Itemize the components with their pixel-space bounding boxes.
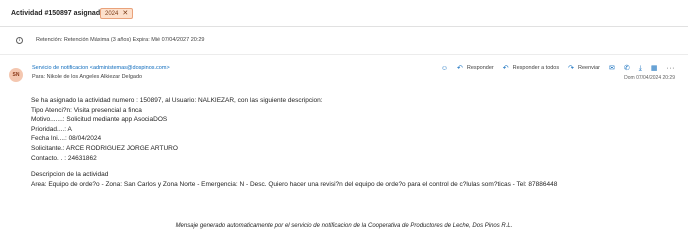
phone-icon[interactable]: ✆ xyxy=(624,65,630,72)
body-line: Se ha asignado la actividad numero : 150… xyxy=(31,97,323,104)
more-icon[interactable]: ··· xyxy=(667,65,676,72)
subject-bar: Actividad #150897 asignada 2024 ✕ xyxy=(0,0,688,27)
reply-icon: ↶ xyxy=(456,64,463,72)
mark-unread-icon[interactable]: ✉ xyxy=(609,65,615,72)
body-line: Motivo.......: Solicitud mediante app As… xyxy=(31,116,168,124)
reply-button[interactable]: ↶ Responder xyxy=(457,65,494,72)
sender-address[interactable]: Servicio de notificacion <administemas@d… xyxy=(32,65,170,71)
recipient-line: Para: Nikole de los Angeles Alkiezar Del… xyxy=(32,74,143,80)
message-subject: Actividad #150897 asignada xyxy=(11,10,104,17)
retention-bar: i Retención: Retención Máxima (3 años) E… xyxy=(16,35,204,45)
retention-text: Retención: Retención Máxima (3 años) Exp… xyxy=(36,37,205,43)
info-icon: i xyxy=(16,36,23,44)
forward-icon: ↷ xyxy=(568,64,574,72)
body-line: Solicitante.: ARCE RODRIGUEZ JORGE ARTUR… xyxy=(31,144,178,152)
message-footer: Mensaje generado automaticamente por el … xyxy=(175,223,513,229)
message-body: Se ha asignado la actividad numero : 150… xyxy=(31,96,671,189)
forward-button[interactable]: ↷ Reenviar xyxy=(568,65,600,72)
description-title: Descripcion de la actividad xyxy=(31,171,109,179)
divider xyxy=(0,54,688,55)
apps-icon[interactable]: ▦ xyxy=(651,65,658,72)
message-date: Dom 07/04/2024 20:29 xyxy=(624,75,675,81)
reply-all-icon: ↶ xyxy=(502,64,509,72)
message-actions: ☺ ↶ Responder ↶ Responder a todos ↷ Reen… xyxy=(441,63,675,73)
category-tag[interactable]: 2024 ✕ xyxy=(100,8,134,19)
close-icon[interactable]: ✕ xyxy=(122,10,128,17)
category-tag-label: 2024 xyxy=(105,10,119,17)
reply-all-button[interactable]: ↶ Responder a todos xyxy=(503,65,559,72)
description-text: Area: Equipo de orde?o - Zona: San Carlo… xyxy=(31,180,558,188)
forward-label: Reenviar xyxy=(578,65,601,71)
body-line: Prioridad....: A xyxy=(31,125,72,133)
body-line: Contacto. . : 24631862 xyxy=(31,154,97,162)
download-icon[interactable]: ⤓ xyxy=(639,65,642,72)
smiley-icon[interactable]: ☺ xyxy=(441,65,448,72)
avatar[interactable]: SN xyxy=(9,68,23,82)
body-line: Fecha Ini....: 08/04/2024 xyxy=(31,135,102,143)
body-line: Tipo Atenci?n: Visita presencial a finca xyxy=(31,106,142,114)
reply-all-label: Responder a todos xyxy=(512,65,560,71)
reply-label: Responder xyxy=(466,65,494,71)
